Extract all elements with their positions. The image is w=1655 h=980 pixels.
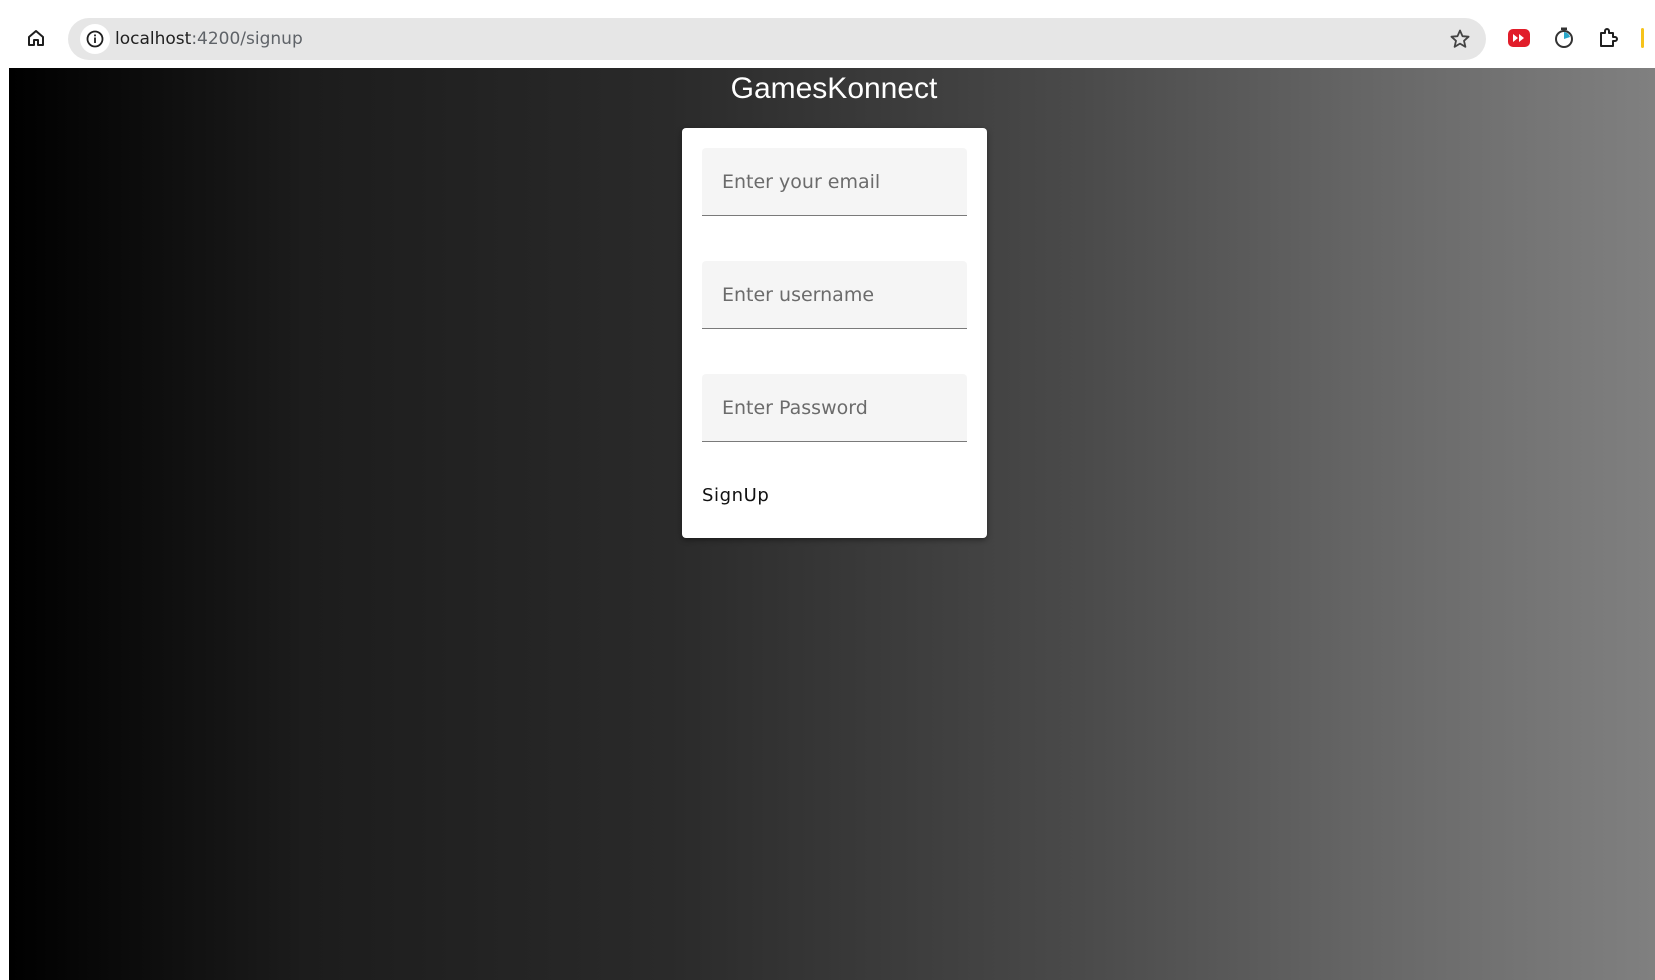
address-bar[interactable]: localhost:4200/signup [68, 18, 1486, 60]
url-text[interactable]: localhost:4200/signup [115, 29, 303, 49]
timer-icon[interactable] [1552, 26, 1576, 50]
email-input[interactable] [702, 148, 967, 215]
info-icon[interactable] [80, 24, 110, 54]
star-icon[interactable] [1448, 27, 1472, 51]
username-input[interactable] [702, 261, 967, 328]
password-input[interactable] [702, 374, 967, 441]
signup-card: SignUp [682, 128, 987, 538]
signup-button[interactable]: SignUp [693, 475, 778, 515]
profile-avatar[interactable] [1641, 28, 1644, 48]
browser-toolbar: localhost:4200/signup [0, 0, 1655, 68]
puzzle-icon[interactable] [1597, 26, 1621, 50]
home-button[interactable] [20, 24, 52, 56]
url-path: :4200/signup [191, 29, 303, 49]
username-field[interactable] [702, 261, 967, 329]
page-background: GamesKonnect SignUp [9, 68, 1655, 980]
app-title: GamesKonnect [730, 72, 938, 105]
window-edge [0, 68, 9, 980]
email-field[interactable] [702, 148, 967, 216]
youtube-icon[interactable] [1508, 29, 1530, 47]
home-icon [26, 28, 46, 53]
url-host: localhost [115, 29, 192, 49]
password-field[interactable] [702, 374, 967, 442]
